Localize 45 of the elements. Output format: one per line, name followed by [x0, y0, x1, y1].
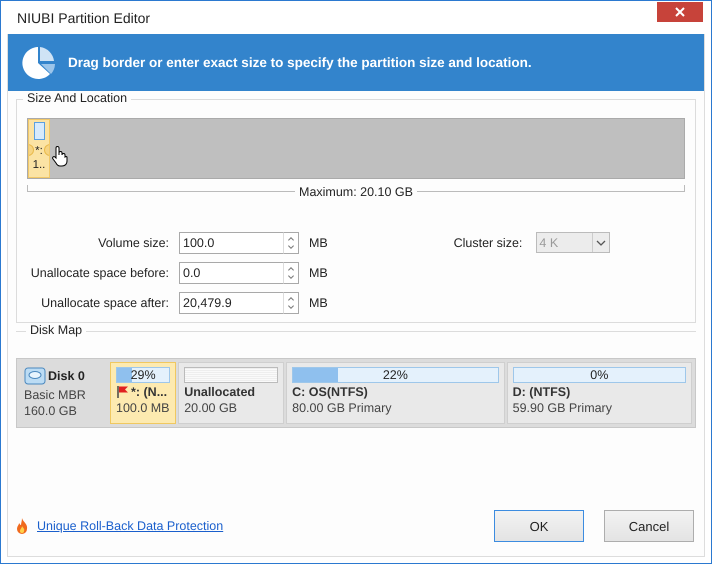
maximum-size-label: Maximum: 20.10 GB [299, 185, 413, 199]
number-field[interactable]: 0.0 [179, 262, 283, 284]
unit-label: MB [309, 266, 329, 280]
partition-name: *: (N... [131, 385, 168, 399]
spin-arrows-icon[interactable] [283, 262, 299, 284]
partition-label: *: [35, 144, 43, 158]
window-title: NIUBI Partition Editor [17, 10, 150, 26]
banner-text: Drag border or enter exact size to specify the partition size and location. [68, 55, 532, 70]
field-label: Cluster size: [454, 236, 522, 250]
group-legend: Size And Location [23, 91, 132, 105]
dialog-button[interactable]: Cancel [604, 510, 694, 542]
disk-type: Basic MBR [24, 388, 87, 402]
usage-percent: 22% [382, 368, 409, 382]
disk-name: Disk 0 [48, 369, 86, 383]
dialog-button[interactable]: OK [494, 510, 584, 542]
partition-tile[interactable]: 29% *: (N... 100.0 MB [110, 362, 176, 424]
partition-size: 80.00 GB Primary [292, 401, 392, 415]
pie-chart-icon [20, 44, 56, 80]
partition-tile[interactable]: 0% D: (NTFS) 59.90 GB Primary [506, 362, 692, 424]
usage-percent: 0% [589, 368, 610, 382]
hand-cursor-icon [52, 145, 68, 167]
spin-arrows-icon[interactable] [283, 232, 299, 254]
partition-name: Unallocated [184, 385, 256, 399]
number-field[interactable]: 20,479.9 [179, 292, 283, 314]
partition-tile[interactable]: 22% C: OS(NTFS) 80.00 GB Primary [286, 362, 505, 424]
disk-size: 160.0 GB [24, 404, 78, 418]
unit-label: MB [309, 236, 329, 250]
partition-size: 59.90 GB Primary [512, 401, 613, 415]
protection-link[interactable]: Unique Roll-Back Data Protection [37, 519, 224, 533]
field-label: Volume size: [97, 236, 169, 250]
partition-size: 20.00 GB [184, 401, 238, 415]
number-field[interactable]: 100.0 [179, 232, 283, 254]
field-label: Unallocate space before: [30, 266, 169, 280]
field-label: Unallocate space after: [40, 296, 169, 310]
unit-label: MB [309, 296, 329, 310]
flame-icon [16, 518, 28, 534]
spin-arrows-icon[interactable] [283, 292, 299, 314]
partition-tile[interactable]: Unallocated 20.00 GB [178, 362, 284, 424]
partition-size: 100.0 MB [116, 401, 170, 415]
usage-percent: 29% [130, 368, 157, 382]
group-legend: Disk Map [26, 323, 86, 337]
partition-name: D: (NTFS) [512, 385, 570, 399]
partition-block[interactable]: *: 1.. [28, 119, 50, 178]
partition-name: C: OS(NTFS) [292, 385, 368, 399]
partition-size: 1.. [32, 158, 46, 172]
